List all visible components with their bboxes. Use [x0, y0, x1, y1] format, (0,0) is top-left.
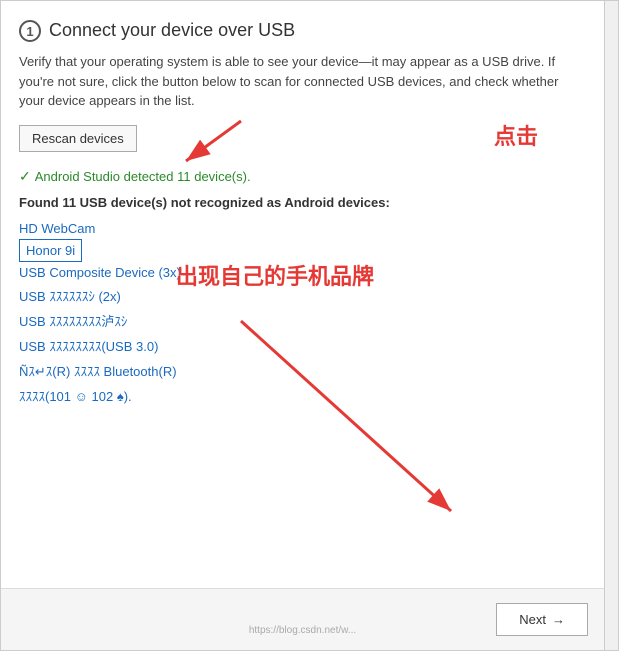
rescan-area: Rescan devices — [19, 125, 580, 164]
next-button[interactable]: Next → — [496, 603, 588, 636]
checkmark-icon: ✓ — [19, 168, 31, 185]
bottom-bar: Next → — [1, 588, 604, 650]
step-number: 1 — [19, 20, 41, 42]
step-title: Connect your device over USB — [49, 19, 295, 42]
found-header: Found 11 USB device(s) not recognized as… — [19, 195, 580, 210]
device-item-0[interactable]: HD WebCam — [19, 218, 580, 239]
main-container: 1 Connect your device over USB Verify th… — [0, 0, 619, 651]
detected-message: ✓ Android Studio detected 11 device(s). — [19, 168, 580, 185]
device-item-4[interactable]: USB ｽｽｽｽｽｽｽｽ泸ｽｼ — [19, 308, 580, 333]
device-list: HD WebCam Honor 9i USB Composite Device … — [19, 218, 580, 408]
device-item-6[interactable]: Ñｽ↵ｽ(R) ｽｽｽｽ Bluetooth(R) — [19, 358, 580, 383]
next-label: Next — [519, 612, 546, 627]
rescan-button[interactable]: Rescan devices — [19, 125, 137, 152]
device-item-3[interactable]: USB ｽｽｽｽｽｽｼ (2x) — [19, 283, 580, 308]
next-arrow-icon: → — [552, 612, 565, 627]
content-area: 1 Connect your device over USB Verify th… — [1, 1, 604, 426]
device-item-7[interactable]: ｽｽｽｽ(101 ☺ 102 ♠). — [19, 383, 580, 408]
step-description: Verify that your operating system is abl… — [19, 52, 580, 111]
device-item-5[interactable]: USB ｽｽｽｽｽｽｽｽ(USB 3.0) — [19, 333, 580, 358]
scrollbar[interactable] — [604, 1, 618, 650]
device-item-1[interactable]: Honor 9i — [19, 239, 82, 262]
device-item-2[interactable]: USB Composite Device (3x) — [19, 262, 580, 283]
detected-text: Android Studio detected 11 device(s). — [35, 169, 251, 184]
step-header: 1 Connect your device over USB — [19, 19, 580, 42]
